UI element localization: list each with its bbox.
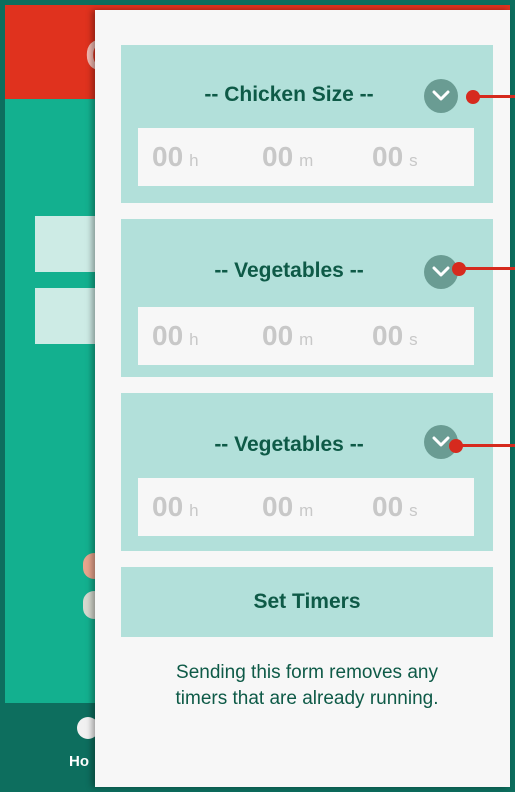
set-timers-button[interactable]: Set Timers: [121, 567, 493, 637]
minutes-input[interactable]: 00 m: [262, 307, 313, 365]
timer-drawer: -- Chicken Size -- 00 h 00 m 00 s -- Vegeta…: [95, 10, 510, 787]
vegetables-select[interactable]: -- Vegetables --: [121, 259, 457, 283]
annotation-pointer-dot: [466, 90, 480, 104]
minutes-input[interactable]: 00 m: [262, 128, 313, 186]
seconds-unit: s: [409, 330, 418, 349]
seconds-unit: s: [409, 501, 418, 520]
hours-input[interactable]: 00 h: [152, 478, 199, 536]
form-note-line: Sending this form removes any: [176, 662, 438, 683]
seconds-input[interactable]: 00 s: [372, 128, 418, 186]
seconds-input[interactable]: 00 s: [372, 307, 418, 365]
chicken-size-select[interactable]: -- Chicken Size --: [121, 83, 457, 107]
minutes-unit: m: [299, 330, 314, 349]
vegetables-select[interactable]: -- Vegetables --: [121, 433, 457, 457]
seconds-unit: s: [409, 151, 418, 170]
nav-home-label[interactable]: Ho: [69, 753, 89, 770]
hours-input[interactable]: 00 h: [152, 307, 199, 365]
form-note: Sending this form removes any timers tha…: [121, 660, 493, 712]
seconds-input[interactable]: 00 s: [372, 478, 418, 536]
hours-unit: h: [189, 501, 199, 520]
annotation-pointer-line: [458, 267, 515, 270]
hours-input[interactable]: 00 h: [152, 128, 199, 186]
annotation-pointer-line: [456, 444, 515, 447]
chevron-down-icon[interactable]: [424, 79, 458, 113]
minutes-unit: m: [299, 501, 314, 520]
hours-unit: h: [189, 330, 199, 349]
hours-unit: h: [189, 151, 199, 170]
timer-card-chicken-size: -- Chicken Size -- 00 h 00 m 00 s: [121, 45, 493, 203]
annotation-pointer-dot: [452, 262, 466, 276]
minutes-input[interactable]: 00 m: [262, 478, 313, 536]
duration-input-row: 00 h 00 m 00 s: [138, 307, 474, 365]
minutes-unit: m: [299, 151, 314, 170]
duration-input-row: 00 h 00 m 00 s: [138, 128, 474, 186]
timer-card-vegetables-2: -- Vegetables -- 00 h 00 m 00 s: [121, 393, 493, 551]
annotation-pointer-dot: [449, 439, 463, 453]
duration-input-row: 00 h 00 m 00 s: [138, 478, 474, 536]
form-note-line: timers that are already running.: [175, 688, 439, 709]
timer-card-vegetables: -- Vegetables -- 00 h 00 m 00 s: [121, 219, 493, 377]
